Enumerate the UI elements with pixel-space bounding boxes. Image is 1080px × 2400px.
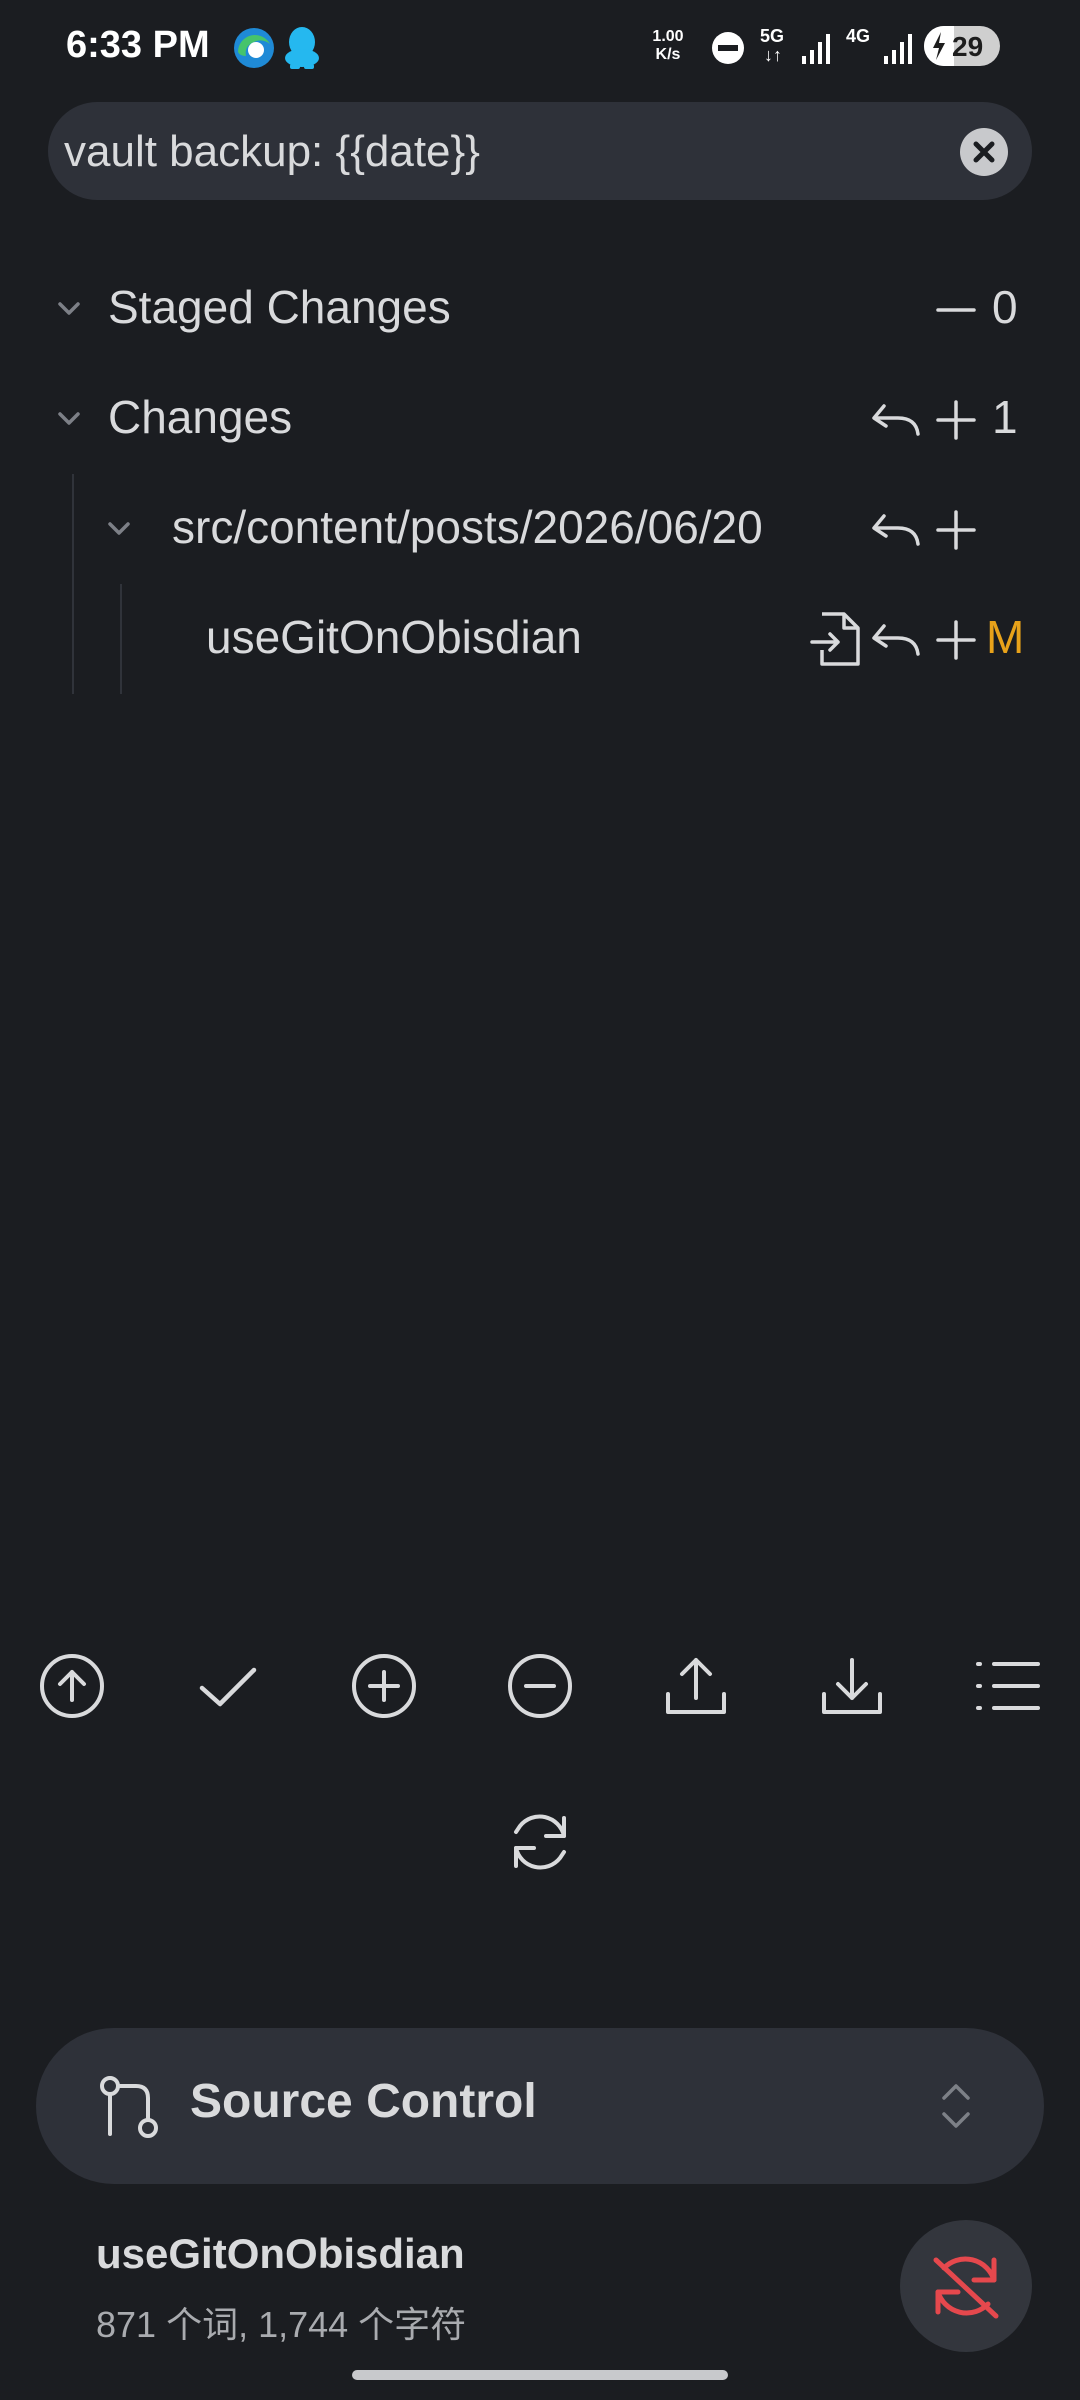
push-button[interactable] (660, 1650, 732, 1722)
unstage-all-icon[interactable] (934, 288, 978, 332)
do-not-disturb-icon (712, 32, 744, 64)
unstage-all-button[interactable] (504, 1650, 576, 1722)
charging-icon (924, 26, 954, 66)
close-icon (973, 141, 995, 163)
minus-circle-icon (508, 1654, 572, 1718)
staged-changes-label: Staged Changes (108, 281, 451, 333)
stage-folder-icon[interactable] (934, 508, 978, 552)
commit-message-input[interactable] (62, 102, 956, 202)
view-switcher[interactable] (36, 2028, 1044, 2184)
staged-count: 0 (992, 281, 1018, 333)
net-speed-value: 1.00 (652, 28, 684, 45)
changes-header[interactable]: Changes 1 (40, 382, 1040, 454)
signal-icon (802, 34, 830, 64)
status-bar: 6:33 PM 1.00 K/s 5G ↓↑ 4G 29 (0, 0, 1080, 96)
sync-toggle-button[interactable] (900, 2220, 1032, 2352)
stage-all-button[interactable] (348, 1650, 420, 1722)
upload-circle-icon (40, 1654, 104, 1718)
git-branch-icon (100, 2076, 158, 2138)
open-file-icon[interactable] (808, 610, 864, 670)
battery-level: 29 (952, 31, 984, 62)
file-row[interactable]: useGitOnObisdian M (140, 602, 1040, 674)
discard-folder-icon[interactable] (868, 506, 924, 554)
clock: 6:33 PM (66, 24, 210, 66)
chevron-down-icon (58, 302, 80, 315)
tree-guide-nested (120, 584, 122, 694)
toggle-tree-view-button[interactable] (972, 1650, 1044, 1722)
commit-message-field[interactable] (48, 102, 1032, 202)
refresh-icon (514, 1814, 566, 1870)
plus-circle-icon (352, 1654, 416, 1718)
data-arrows-icon: ↓↑ (764, 45, 782, 65)
stage-all-icon[interactable] (934, 398, 978, 442)
tree-guide (72, 474, 74, 694)
browser-app-icon (234, 28, 274, 68)
net-4g-label: 4G (846, 26, 871, 46)
list-icon (976, 1662, 1040, 1710)
pull-button[interactable] (816, 1650, 888, 1722)
commit-and-push-button[interactable] (36, 1650, 108, 1722)
clear-commit-button[interactable] (960, 128, 1008, 176)
changes-count: 1 (992, 391, 1018, 443)
folder-path: src/content/posts/2026/06/20 (172, 501, 763, 553)
push-icon (666, 1658, 726, 1714)
net-speed-unit: K/s (655, 46, 681, 63)
pull-icon (822, 1658, 882, 1714)
file-name: useGitOnObisdian (206, 611, 582, 663)
folder-row[interactable]: src/content/posts/2026/06/20 (90, 492, 1040, 564)
staged-changes-header[interactable]: Staged Changes 0 (40, 272, 1040, 344)
chevron-up-down-icon (942, 2084, 970, 2128)
home-indicator[interactable] (352, 2370, 728, 2380)
discard-file-icon[interactable] (868, 616, 924, 664)
battery-indicator: 29 (924, 26, 1000, 66)
discard-all-icon[interactable] (868, 396, 924, 444)
net-5g-label: 5G (760, 26, 785, 46)
commit-button[interactable] (192, 1650, 264, 1722)
sync-off-icon (933, 2256, 999, 2319)
signal-icon-2 (884, 34, 912, 64)
note-stats: 871 个词, 1,744 个字符 (96, 2304, 467, 2345)
messenger-app-icon (285, 27, 319, 69)
net-speed: 1.00 K/s (646, 28, 690, 64)
check-icon (199, 1667, 257, 1707)
changes-label: Changes (108, 391, 293, 443)
view-title: Source Control (190, 2075, 537, 2128)
chevron-down-icon (58, 412, 80, 425)
refresh-button[interactable] (504, 1806, 576, 1878)
note-title: useGitOnObisdian (96, 2230, 465, 2277)
file-status-badge: M (986, 611, 1025, 663)
chevron-down-icon (108, 522, 130, 535)
stage-file-icon[interactable] (934, 618, 978, 662)
